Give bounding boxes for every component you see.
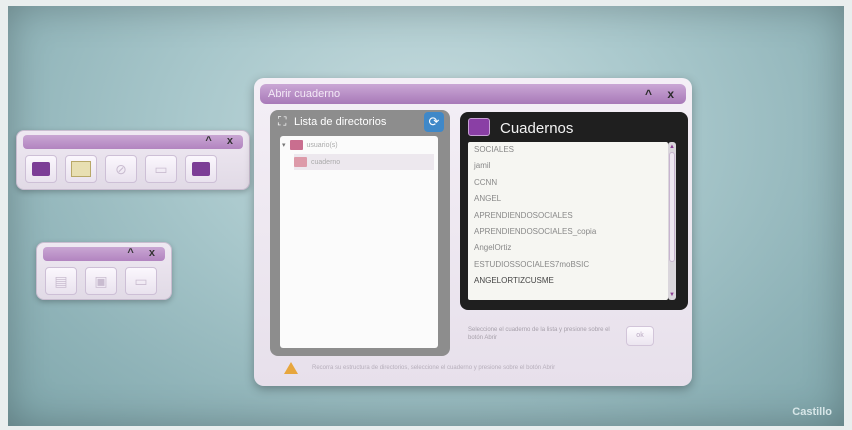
- list-item[interactable]: APRENDIENDOSOCIALES: [468, 208, 668, 224]
- expand-arrow-icon[interactable]: ▾: [282, 141, 286, 149]
- edit-toolbar: ^ x ▤ ▣ ▭: [36, 242, 172, 300]
- link-icon: ⊘: [115, 160, 127, 177]
- list-item[interactable]: CCNN: [468, 175, 668, 191]
- edit-toolbar-buttons: ▤ ▣ ▭: [37, 267, 171, 295]
- tree-node-notebook[interactable]: cuaderno: [294, 154, 434, 170]
- link-button[interactable]: ⊘: [105, 155, 137, 183]
- purple-notebook-icon: [32, 162, 50, 176]
- blank-icon: ▭: [134, 272, 148, 289]
- list-item[interactable]: APRENDIENDOSOCIALES_copia: [468, 224, 668, 240]
- notebooks-header: Cuadernos: [460, 112, 688, 142]
- toolbar-window-controls[interactable]: ^ x: [205, 135, 239, 147]
- folder-icon: [289, 140, 303, 150]
- directory-panel: ⛶ Lista de directorios ⟳ ▾ usuario(s) cu…: [270, 110, 450, 356]
- list-item[interactable]: SOCIALES: [468, 142, 668, 158]
- notebooks-panel: Cuadernos SOCIALES jamil CCNN ANGEL APRE…: [460, 112, 688, 310]
- dialog-titlebar[interactable]: Abrir cuaderno ^ x: [260, 84, 686, 104]
- paste-icon: ▣: [94, 272, 108, 289]
- scroll-up-icon[interactable]: ▲: [668, 144, 676, 150]
- refresh-button[interactable]: ⟳: [424, 112, 444, 132]
- refresh-icon: ⟳: [428, 114, 440, 129]
- list-item[interactable]: AngelOrtiz: [468, 240, 668, 256]
- file-toolbar: ^ x ⊘ ▭: [16, 130, 250, 190]
- notebooks-label: Cuadernos: [500, 120, 574, 137]
- scroll-thumb[interactable]: [669, 152, 675, 262]
- save-button[interactable]: ▭: [145, 155, 177, 183]
- tree-icon: ⛶: [278, 114, 287, 128]
- yellow-folder-icon: [71, 161, 91, 177]
- file-toolbar-buttons: ⊘ ▭: [17, 155, 249, 183]
- notebook-close-icon: [192, 162, 210, 176]
- paste-button[interactable]: ▣: [85, 267, 117, 295]
- blank-button[interactable]: ▭: [125, 267, 157, 295]
- file-toolbar-titlebar[interactable]: ^ x: [23, 135, 243, 149]
- toolbar-window-controls[interactable]: ^ x: [127, 247, 161, 259]
- tree-node-label: usuario(s): [306, 141, 338, 149]
- list-item[interactable]: ANGELORTIZCUSME: [468, 273, 668, 289]
- notebooks-list: SOCIALES jamil CCNN ANGEL APRENDIENDOSOC…: [468, 142, 668, 300]
- open-button[interactable]: ok: [626, 326, 654, 346]
- desktop: ^ x ⊘ ▭ ^ x ▤ ▣ ▭ Abrir cuaderno ^ x ⛶ L…: [8, 6, 844, 426]
- list-item[interactable]: jamil: [468, 158, 668, 174]
- dialog-window-controls[interactable]: ^ x: [645, 84, 680, 104]
- instructions-text: Seleccione el cuaderno de la lista y pre…: [468, 327, 610, 341]
- status-text: Recorra su estructura de directorios, se…: [312, 365, 556, 371]
- notebook-icon: [468, 118, 490, 136]
- notebooks-scrollbar[interactable]: ▲ ▼: [668, 142, 676, 300]
- save-icon: ▭: [154, 160, 168, 177]
- folder-icon: [294, 157, 307, 167]
- scroll-down-icon[interactable]: ▼: [668, 292, 676, 298]
- directory-label: Lista de directorios: [294, 116, 387, 128]
- new-notebook-button[interactable]: [25, 155, 57, 183]
- directory-tree: ▾ usuario(s) cuaderno: [280, 136, 438, 348]
- open-notebook-button[interactable]: [65, 155, 97, 183]
- list-item[interactable]: ANGEL: [468, 191, 668, 207]
- list-item[interactable]: ESTUDIOSSOCIALES7moBSIC: [468, 257, 668, 273]
- edit-toolbar-titlebar[interactable]: ^ x: [43, 247, 165, 261]
- open-notebook-dialog: Abrir cuaderno ^ x ⛶ Lista de directorio…: [254, 78, 692, 386]
- status-bar: Recorra su estructura de directorios, se…: [278, 358, 672, 378]
- dialog-title: Abrir cuaderno: [268, 88, 341, 100]
- tree-node-label: cuaderno: [311, 158, 341, 166]
- tree-node-root[interactable]: ▾ usuario(s): [282, 140, 338, 150]
- page-icon: ▤: [54, 272, 68, 289]
- new-page-button[interactable]: ▤: [45, 267, 77, 295]
- warning-icon: [284, 362, 298, 374]
- directory-header: ⛶ Lista de directorios ⟳: [270, 110, 450, 132]
- watermark: Castillo: [792, 406, 832, 418]
- close-notebook-button[interactable]: [185, 155, 217, 183]
